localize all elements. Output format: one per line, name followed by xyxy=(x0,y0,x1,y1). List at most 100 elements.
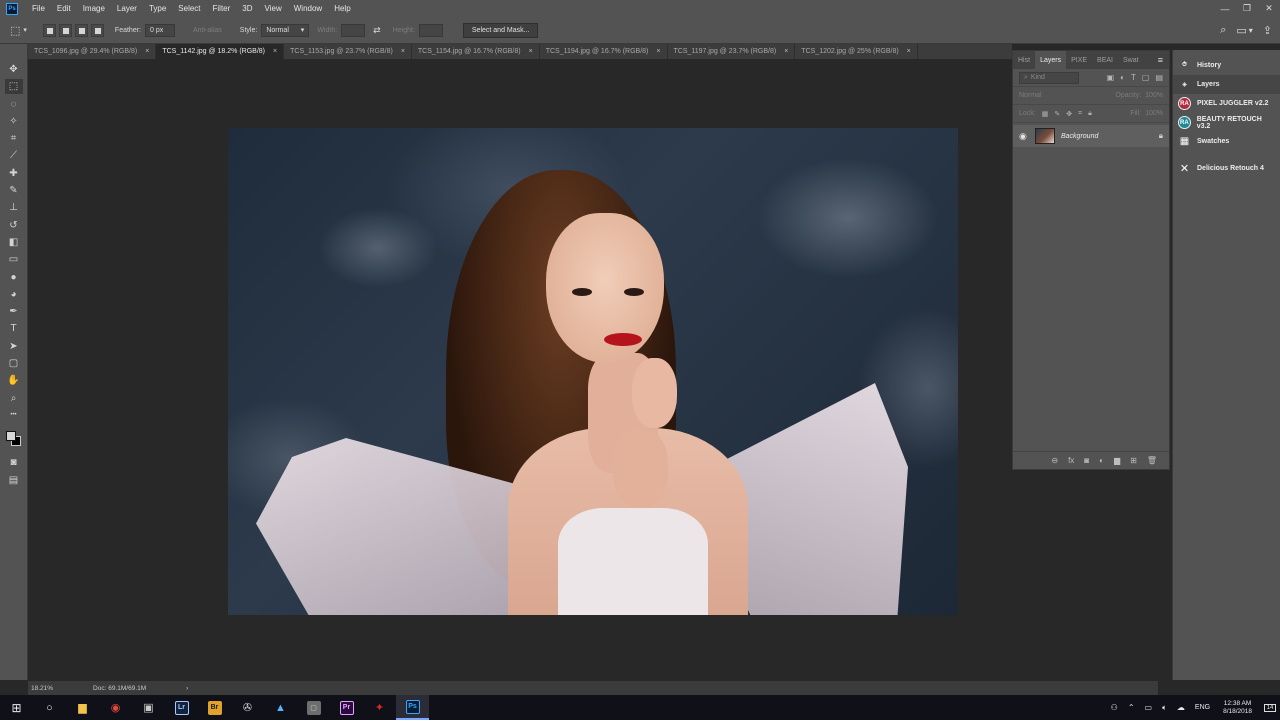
canvas-area[interactable] xyxy=(28,59,1158,680)
tab-beauty[interactable]: BEAI xyxy=(1092,51,1118,69)
windows-start-icon[interactable]: ⊞ xyxy=(0,695,33,720)
lock-brush-icon[interactable]: ✎ xyxy=(1054,110,1060,118)
new-layer-icon[interactable]: ⊞ xyxy=(1130,456,1137,465)
close-icon[interactable]: × xyxy=(784,48,788,55)
hand-tool-icon[interactable]: ✋ xyxy=(5,373,23,388)
new-selection-button[interactable] xyxy=(42,23,56,37)
intersect-selection-button[interactable] xyxy=(90,23,104,37)
menu-edit[interactable]: Edit xyxy=(51,4,77,13)
close-button[interactable]: ✕ xyxy=(1258,0,1280,17)
clone-stamp-tool-icon[interactable]: ⊥ xyxy=(5,200,23,215)
kind-filter-select[interactable]: ⌕ Kind xyxy=(1019,71,1079,84)
more-tools-icon[interactable]: ••• xyxy=(5,408,23,423)
swap-icon[interactable]: ⇄ xyxy=(373,25,381,36)
chevron-up-icon[interactable]: ⌃ xyxy=(1128,703,1135,712)
add-mask-icon[interactable]: ◙ xyxy=(1084,456,1089,465)
blend-mode-select[interactable]: Normal xyxy=(1019,92,1042,99)
document-tab[interactable]: TCS_1096.jpg @ 29.4% (RGB/8) × xyxy=(28,44,157,59)
type-filter-icon[interactable]: T xyxy=(1131,73,1136,82)
taskbar-bridge[interactable]: Br xyxy=(198,695,231,720)
tab-pixel[interactable]: PIXE xyxy=(1066,51,1092,69)
search-icon[interactable]: ⌕ xyxy=(1220,24,1226,37)
menu-filter[interactable]: Filter xyxy=(207,4,237,13)
history-brush-tool-icon[interactable]: ↺ xyxy=(5,218,23,233)
crop-tool-icon[interactable]: ⌗ xyxy=(5,131,23,146)
type-tool-icon[interactable]: T xyxy=(5,321,23,336)
taskbar-wheel-app[interactable]: ✇ xyxy=(231,695,264,720)
menu-file[interactable]: File xyxy=(26,4,51,13)
eye-icon[interactable]: ◉ xyxy=(1019,131,1033,142)
dock-beauty-retouch[interactable]: RA BEAUTY RETOUCH v3.2 xyxy=(1173,113,1280,132)
status-menu-arrow[interactable]: › xyxy=(186,685,188,692)
marquee-preset-icon[interactable]: ⬚ xyxy=(10,24,20,37)
taskbar-gray-app[interactable]: ▢ xyxy=(297,695,330,720)
tool-preset-picker[interactable]: ⬚ ▾ xyxy=(10,24,27,37)
smart-object-filter-icon[interactable]: ▤ xyxy=(1155,73,1163,82)
tab-history[interactable]: Hist xyxy=(1013,51,1035,69)
dock-delicious-retouch[interactable]: ✕ Delicious Retouch 4 xyxy=(1173,159,1280,178)
new-group-icon[interactable]: ▆ xyxy=(1114,456,1120,465)
people-icon[interactable]: ⚇ xyxy=(1111,703,1118,712)
image-filter-icon[interactable]: ▣ xyxy=(1107,73,1115,82)
dock-pixel-juggler[interactable]: RA PIXEL JUGGLER v2.2 xyxy=(1173,94,1280,113)
document-tab[interactable]: TCS_1197.jpg @ 23.7% (RGB/8) × xyxy=(668,44,796,59)
height-input[interactable] xyxy=(418,23,443,37)
marquee-tool-icon[interactable]: ⬚ xyxy=(4,79,23,95)
healing-brush-tool-icon[interactable]: ✚ xyxy=(5,166,23,181)
lock-pixels-icon[interactable]: ▦ xyxy=(1042,110,1049,118)
close-icon[interactable]: × xyxy=(273,48,277,55)
tab-layers[interactable]: Layers xyxy=(1035,51,1067,69)
foreground-color-swatch[interactable] xyxy=(5,431,16,442)
lock-all-icon[interactable]: 🔒︎ xyxy=(1088,110,1092,118)
menu-3d[interactable]: 3D xyxy=(236,4,258,13)
dock-history[interactable]: ⏱ History xyxy=(1173,56,1280,75)
menu-select[interactable]: Select xyxy=(172,4,206,13)
adjustment-filter-icon[interactable]: ◐ xyxy=(1120,73,1125,82)
dodge-tool-icon[interactable]: ◕ xyxy=(5,287,23,302)
shape-filter-icon[interactable]: ▢ xyxy=(1142,73,1150,82)
anti-alias-checkbox[interactable]: Anti-alias xyxy=(193,27,222,34)
menu-window[interactable]: Window xyxy=(288,4,328,13)
add-selection-button[interactable] xyxy=(58,23,72,37)
lock-position-icon[interactable]: ✥ xyxy=(1066,110,1072,118)
workspace-icon[interactable]: ▭ xyxy=(1236,24,1246,37)
minimize-button[interactable]: — xyxy=(1214,0,1236,17)
zoom-tool-icon[interactable]: ⌕ xyxy=(5,391,23,406)
dock-swatches[interactable]: ▦ Swatches xyxy=(1173,132,1280,151)
chevron-down-icon[interactable]: ▾ xyxy=(1249,26,1253,35)
width-input[interactable] xyxy=(341,23,366,37)
onedrive-icon[interactable]: ☁ xyxy=(1177,703,1185,712)
layer-style-icon[interactable]: fx xyxy=(1068,456,1074,465)
close-icon[interactable]: × xyxy=(656,48,660,55)
link-layers-icon[interactable]: ⊖ xyxy=(1051,456,1058,465)
quick-mask-icon[interactable]: ◙ xyxy=(5,455,23,470)
opacity-input[interactable]: 100% xyxy=(1145,92,1163,99)
fill-input[interactable]: 100% xyxy=(1145,110,1163,117)
menu-help[interactable]: Help xyxy=(328,4,356,13)
speaker-icon[interactable]: 🔈︎ xyxy=(1162,703,1167,713)
notification-center-button[interactable]: 14 xyxy=(1260,695,1280,720)
dock-layers[interactable]: ◈ Layers xyxy=(1173,75,1280,94)
subtract-selection-button[interactable] xyxy=(74,23,88,37)
taskbar-photoshop[interactable]: Ps xyxy=(396,695,429,720)
document-tab[interactable]: TCS_1202.jpg @ 25% (RGB/8) × xyxy=(795,44,918,59)
eyedropper-tool-icon[interactable]: ⟋ xyxy=(5,148,23,163)
document-tab[interactable]: TCS_1194.jpg @ 16.7% (RGB/8) × xyxy=(540,44,668,59)
style-select[interactable]: Normal ▾ xyxy=(261,23,310,37)
magic-wand-tool-icon[interactable]: ✧ xyxy=(5,114,23,129)
move-tool-icon[interactable]: ✥ xyxy=(5,62,23,77)
feather-input[interactable]: 0 px xyxy=(145,23,175,37)
screen-mode-icon[interactable]: ▤ xyxy=(5,473,23,488)
menu-type[interactable]: Type xyxy=(143,4,172,13)
network-icon[interactable]: ▭ xyxy=(1145,703,1153,712)
close-icon[interactable]: × xyxy=(529,48,533,55)
taskbar-red-app[interactable]: ✦ xyxy=(363,695,396,720)
menu-layer[interactable]: Layer xyxy=(111,4,143,13)
path-selection-tool-icon[interactable]: ➤ xyxy=(5,339,23,354)
document-tab[interactable]: TCS_1154.jpg @ 16.7% (RGB/8) × xyxy=(412,44,540,59)
lock-artboard-icon[interactable]: ⌗ xyxy=(1078,110,1082,118)
shape-tool-icon[interactable]: ▢ xyxy=(5,356,23,371)
clock[interactable]: 12:38 AM 8/18/2018 xyxy=(1223,700,1252,716)
blur-tool-icon[interactable]: ● xyxy=(5,270,23,285)
brush-tool-icon[interactable]: ✎ xyxy=(5,183,23,198)
